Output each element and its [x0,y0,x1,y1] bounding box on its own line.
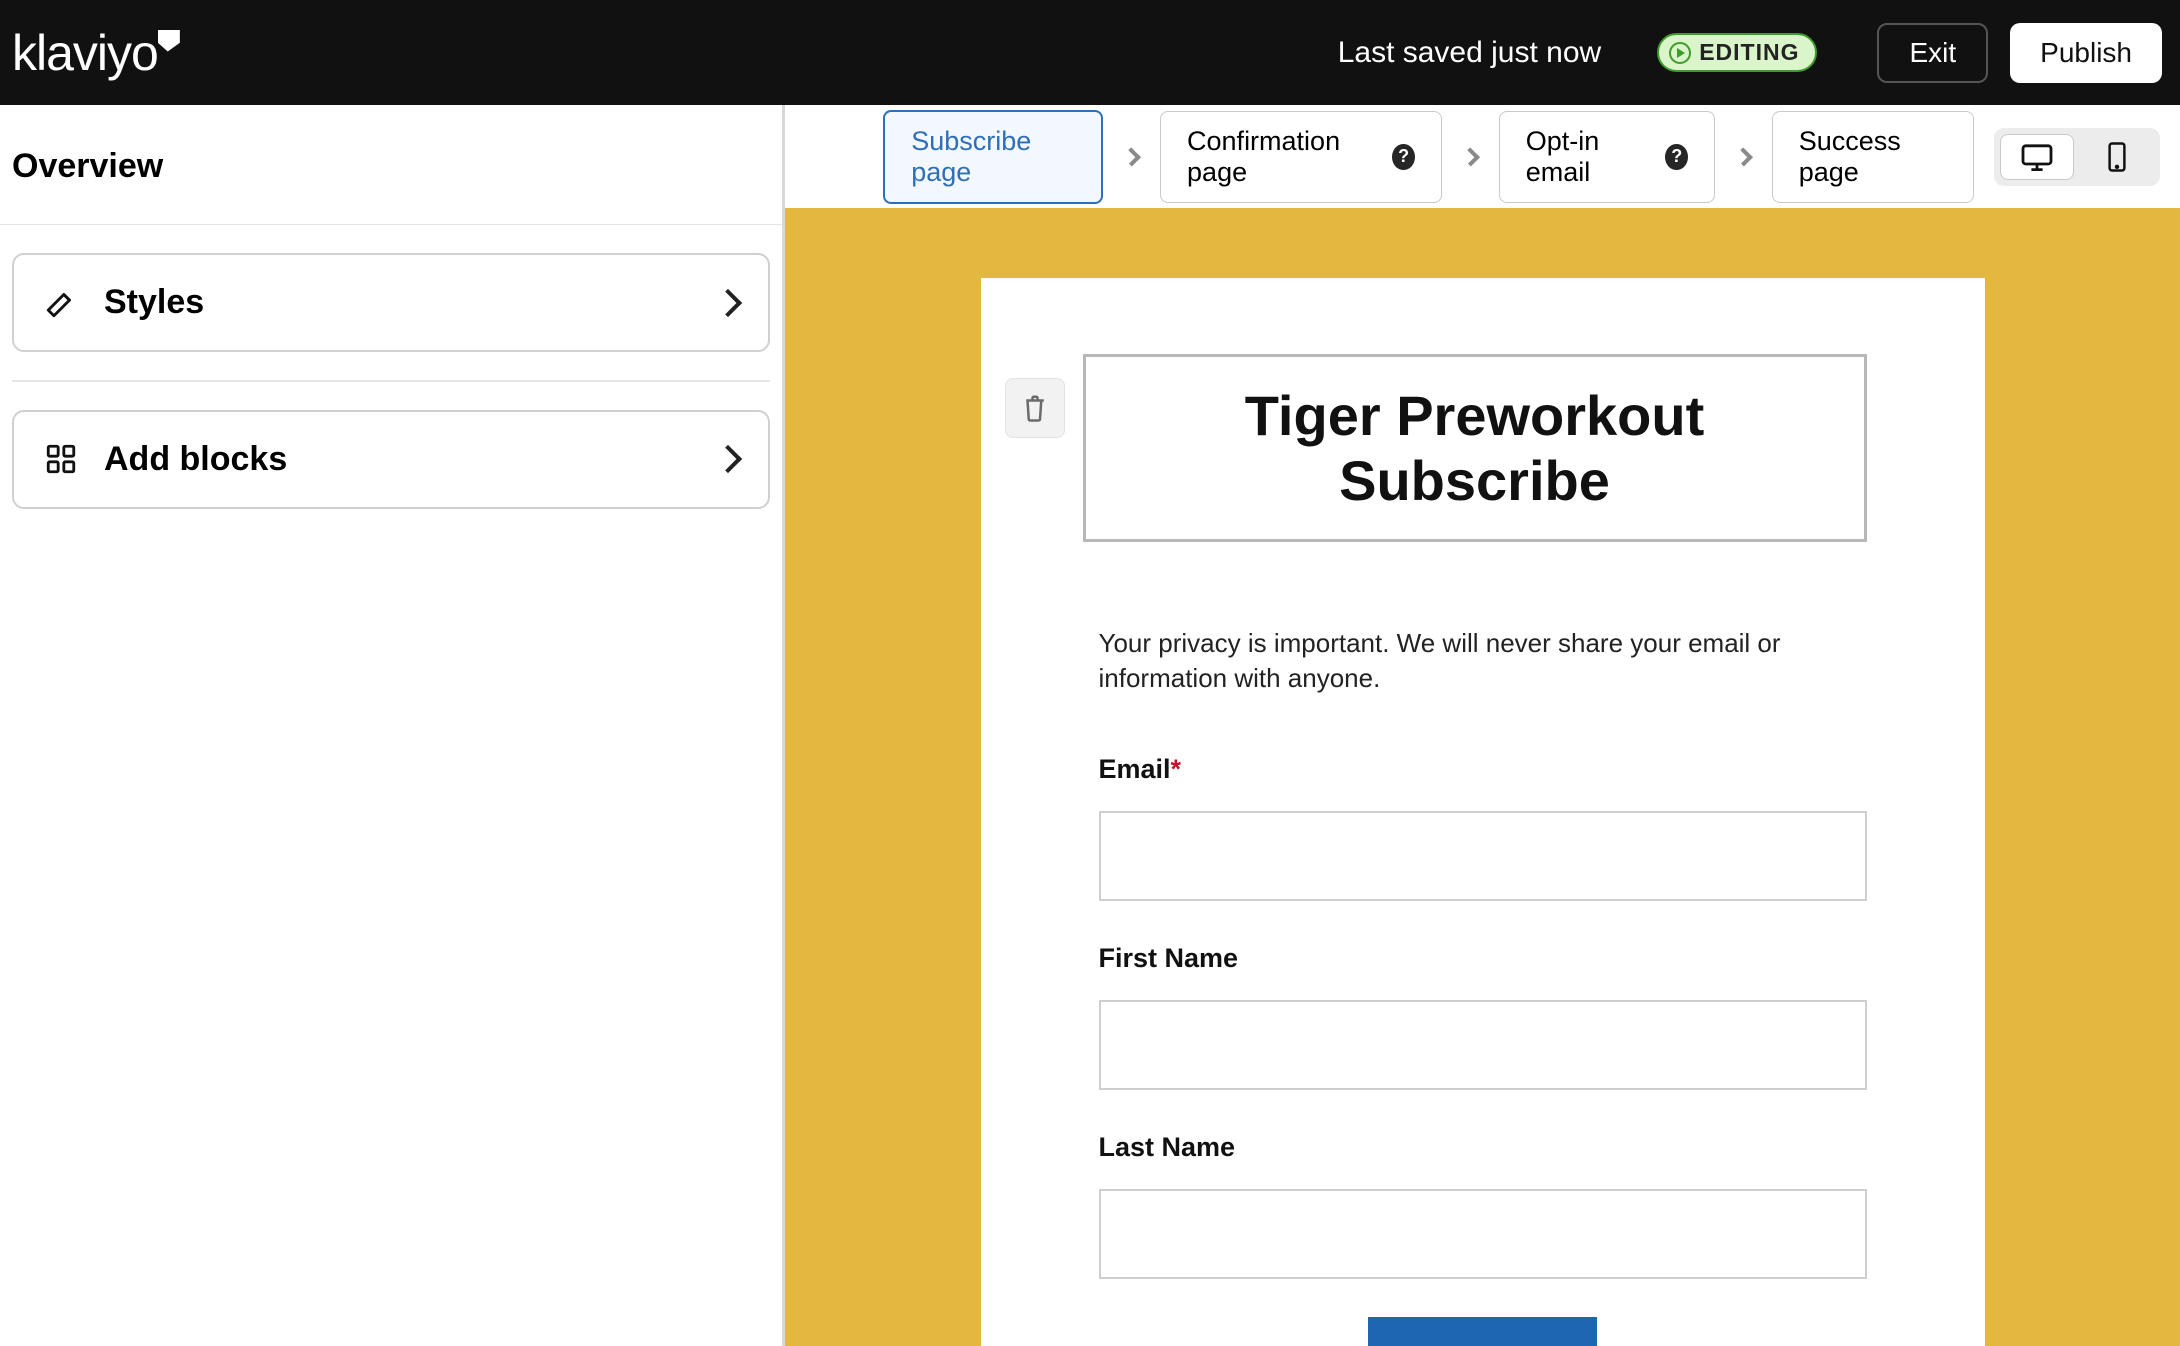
page-card: Tiger Preworkout Subscribe Your privacy … [981,278,1985,1346]
field-label: Email* [1099,754,1867,785]
required-star-icon: * [1171,754,1182,784]
step-opt-in-email[interactable]: Opt-in email ? [1499,111,1715,203]
privacy-text: Your privacy is important. We will never… [1099,626,1867,696]
step-subscribe-page[interactable]: Subscribe page [883,110,1103,204]
last-name-input[interactable] [1099,1189,1867,1279]
exit-button[interactable]: Exit [1877,23,1988,83]
top-bar: klaviyo Last saved just now EDITING Exit… [0,0,2180,105]
step-label: Confirmation page [1187,126,1378,188]
chevron-right-icon [1461,147,1480,166]
chevron-right-icon [1122,147,1141,166]
trash-icon [1022,393,1048,423]
subscribe-button[interactable]: Subscribe [1368,1317,1597,1346]
sidebar-title: Overview [0,105,782,225]
grid-icon [44,442,78,476]
device-toggle [1994,128,2160,186]
step-label: Success page [1799,126,1947,188]
logo-flag-icon [158,30,180,52]
sidebar-item-label: Styles [104,283,692,322]
help-icon[interactable]: ? [1392,144,1415,170]
desktop-view-button[interactable] [2000,134,2074,180]
help-icon[interactable]: ? [1665,144,1687,170]
editing-badge: EDITING [1657,33,1817,72]
sidebar-item-add-blocks[interactable]: Add blocks [12,410,770,509]
step-label: Subscribe page [911,126,1075,188]
stepper: Subscribe page Confirmation page ? Opt-i… [785,105,2180,208]
form-field-last-name: Last Name [1099,1132,1867,1279]
form-field-first-name: First Name [1099,943,1867,1090]
pencil-icon [44,286,78,320]
sidebar: Overview Styles [0,105,785,1346]
step-success-page[interactable]: Success page [1772,111,1974,203]
play-circle-icon [1669,42,1691,64]
logo: klaviyo [12,24,180,82]
editing-badge-text: EDITING [1699,39,1799,66]
form-field-email: Email* [1099,754,1867,901]
field-label: Last Name [1099,1132,1867,1163]
email-input[interactable] [1099,811,1867,901]
chevron-right-icon [1734,147,1753,166]
publish-button[interactable]: Publish [2010,23,2162,83]
mobile-view-button[interactable] [2080,134,2154,180]
chevron-right-icon [714,288,742,316]
title-block-selected[interactable]: Tiger Preworkout Subscribe [1083,354,1867,542]
mobile-icon [2107,141,2127,173]
first-name-input[interactable] [1099,1000,1867,1090]
canvas-background: Tiger Preworkout Subscribe Your privacy … [785,208,2180,1346]
logo-text: klaviyo [12,24,158,82]
sidebar-item-styles[interactable]: Styles [12,253,770,352]
page-title: Tiger Preworkout Subscribe [1106,383,1844,513]
sidebar-item-label: Add blocks [104,440,692,479]
step-label: Opt-in email [1526,126,1652,188]
step-confirmation-page[interactable]: Confirmation page ? [1160,111,1442,203]
desktop-icon [2020,143,2054,171]
field-label: First Name [1099,943,1867,974]
delete-block-button[interactable] [1005,378,1065,438]
chevron-right-icon [714,445,742,473]
last-saved-text: Last saved just now [1338,36,1601,70]
